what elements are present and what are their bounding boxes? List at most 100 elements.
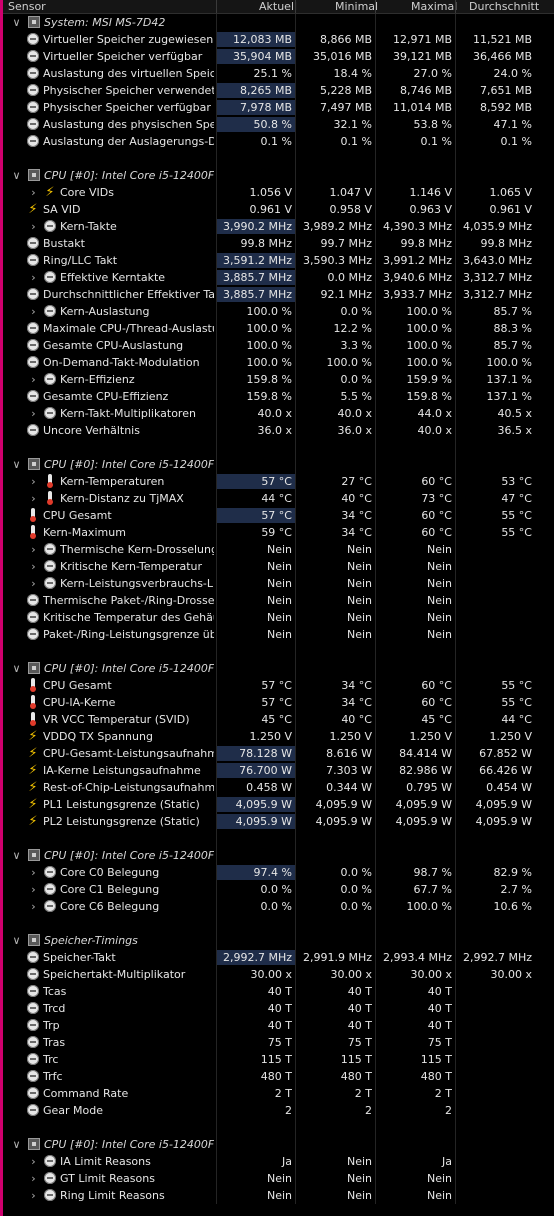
expand-chevron-icon[interactable]: › — [28, 1173, 39, 1184]
sensor-row[interactable]: Virtueller Speicher zugewiesen 12,083 MB 8… — [3, 31, 554, 48]
collapse-chevron-icon[interactable]: ∨ — [11, 935, 22, 946]
collapse-chevron-icon[interactable]: ∨ — [11, 1139, 22, 1150]
sensor-row[interactable]: › Effektive Kerntakte 3,885.7 MHz 0.0 MHz 3,… — [3, 269, 554, 286]
expand-chevron-icon[interactable]: › — [28, 306, 39, 317]
sensor-row[interactable]: Tras 75 T 75 T 75 T — [3, 1034, 554, 1051]
sensor-row[interactable]: Trcd 40 T 40 T 40 T — [3, 1000, 554, 1017]
sensor-row[interactable]: CPU Gesamt 57 °C 34 °C 60 °C 55 °C — [3, 677, 554, 694]
sensor-row[interactable]: › Kern-Distanz zu TjMAX 44 °C 40 °C 73 °C 47 … — [3, 490, 554, 507]
sensor-row[interactable]: › Core C6 Belegung 0.0 % 0.0 % 100.0 % 10.6 % — [3, 898, 554, 915]
expand-chevron-icon[interactable]: › — [28, 1156, 39, 1167]
sensor-group-row[interactable]: ∨ CPU [#0]: Intel Core i5-12400F: ... — [3, 456, 554, 473]
sensor-row[interactable]: ⚡ SA VID 0.961 V 0.958 V 0.963 V 0.961 V — [3, 201, 554, 218]
expand-chevron-icon[interactable]: › — [28, 1190, 39, 1201]
sensor-row[interactable]: CPU Gesamt 57 °C 34 °C 60 °C 55 °C — [3, 507, 554, 524]
header-divider[interactable] — [216, 0, 217, 13]
sensor-row[interactable]: Tcas 40 T 40 T 40 T — [3, 983, 554, 1000]
expand-chevron-icon[interactable]: › — [28, 867, 39, 878]
expand-chevron-icon[interactable]: › — [28, 187, 39, 198]
sensor-row[interactable]: Maximale CPU-/Thread-Auslastung 100.0 % 12… — [3, 320, 554, 337]
sensor-row[interactable]: › Ring Limit Reasons Nein Nein Nein — [3, 1187, 554, 1204]
sensor-group-row[interactable]: ∨ CPU [#0]: Intel Core i5-12400F: ... — [3, 660, 554, 677]
collapse-chevron-icon[interactable]: ∨ — [11, 17, 22, 28]
sensor-row[interactable]: ⚡ CPU-Gesamt-Leistungsaufnahme 78.128 W 8.6… — [3, 745, 554, 762]
collapse-chevron-icon[interactable]: ∨ — [11, 459, 22, 470]
sensor-row[interactable]: CPU-IA-Kerne 57 °C 34 °C 60 °C 55 °C — [3, 694, 554, 711]
sensor-row[interactable]: Virtueller Speicher verfügbar 35,904 MB 35… — [3, 48, 554, 65]
sensor-row[interactable]: Auslastung des virtuellen Speichers 25.1 … — [3, 65, 554, 82]
sensor-row[interactable]: Gear Mode 2 2 2 — [3, 1102, 554, 1119]
sensor-row[interactable]: › Kern-Takt-Multiplikatoren 40.0 x 40.0 x 44… — [3, 405, 554, 422]
sensor-row[interactable]: Command Rate 2 T 2 T 2 T — [3, 1085, 554, 1102]
sensor-row[interactable]: Trp 40 T 40 T 40 T — [3, 1017, 554, 1034]
sensor-row[interactable]: Physischer Speicher verfügbar 7,978 MB 7,4… — [3, 99, 554, 116]
sensor-row[interactable]: On-Demand-Takt-Modulation 100.0 % 100.0 % 1… — [3, 354, 554, 371]
collapse-chevron-icon[interactable]: ∨ — [11, 850, 22, 861]
sensor-row[interactable]: Ring/LLC Takt 3,591.2 MHz 3,590.3 MHz 3,991… — [3, 252, 554, 269]
sensor-row[interactable]: Thermische Paket-/Ring-Drosselung Nein Nei… — [3, 592, 554, 609]
sensor-row[interactable]: Bustakt 99.8 MHz 99.7 MHz 99.8 MHz 99.8 MHz — [3, 235, 554, 252]
sensor-row[interactable]: › ⚡ Core VIDs 1.056 V 1.047 V 1.146 V 1.065 V — [3, 184, 554, 201]
sensor-row[interactable]: ⚡ IA-Kerne Leistungsaufnahme 76.700 W 7.303… — [3, 762, 554, 779]
sensor-row[interactable]: Gesamte CPU-Auslastung 100.0 % 3.3 % 100.0 … — [3, 337, 554, 354]
expand-chevron-icon[interactable]: › — [28, 884, 39, 895]
sensor-row[interactable]: Trfc 480 T 480 T 480 T — [3, 1068, 554, 1085]
sensor-group-row[interactable]: ∨ CPU [#0]: Intel Core i5-12400F — [3, 167, 554, 184]
expand-chevron-icon[interactable]: › — [28, 476, 39, 487]
expand-chevron-icon[interactable]: › — [28, 408, 39, 419]
sensor-row[interactable]: › IA Limit Reasons Ja Nein Ja — [3, 1153, 554, 1170]
expand-chevron-icon[interactable]: › — [28, 544, 39, 555]
sensor-row[interactable]: Kern-Maximum 59 °C 34 °C 60 °C 55 °C — [3, 524, 554, 541]
header-min[interactable]: Minimal — [335, 0, 378, 13]
sensor-group-row[interactable]: ∨ CPU [#0]: Intel Core i5-12400F: ... — [3, 847, 554, 864]
sensor-row[interactable]: Physischer Speicher verwendet 8,265 MB 5,2… — [3, 82, 554, 99]
sensor-row[interactable]: Speichertakt-Multiplikator 30.00 x 30.00 x… — [3, 966, 554, 983]
sensor-row[interactable]: Kritische Temperatur des Gehäus... Nein Ne… — [3, 609, 554, 626]
sensor-group-row[interactable]: ∨ CPU [#0]: Intel Core i5-12400F: ... — [3, 1136, 554, 1153]
header-avg[interactable]: Durchschnitt — [469, 0, 539, 13]
sensor-row[interactable]: › Kern-Temperaturen 57 °C 27 °C 60 °C 53 °C — [3, 473, 554, 490]
sensor-row[interactable]: ⚡ Rest-of-Chip-Leistungsaufnahme 0.458 W 0.… — [3, 779, 554, 796]
expand-chevron-icon[interactable]: › — [28, 561, 39, 572]
sensor-group-row[interactable]: ∨ Speicher-Timings — [3, 932, 554, 949]
expand-chevron-icon[interactable]: › — [28, 578, 39, 589]
sensor-row[interactable]: › Thermische Kern-Drosselung Nein Nein Nein — [3, 541, 554, 558]
expand-chevron-icon[interactable]: › — [28, 374, 39, 385]
sensor-row[interactable]: › GT Limit Reasons Nein Nein Nein — [3, 1170, 554, 1187]
header-max[interactable]: Maximal — [411, 0, 457, 13]
sensor-row[interactable]: › Kritische Kern-Temperatur Nein Nein Nein — [3, 558, 554, 575]
header-divider[interactable] — [375, 0, 376, 13]
sensor-row[interactable]: Durchschnittlicher Effektiver Takt 3,885.… — [3, 286, 554, 303]
header-divider[interactable] — [455, 0, 456, 13]
value-max: 40 T — [427, 985, 452, 998]
sensor-row[interactable]: Uncore Verhältnis 36.0 x 36.0 x 40.0 x 36.5 … — [3, 422, 554, 439]
expand-chevron-icon[interactable]: › — [28, 493, 39, 504]
voltage-bolt-icon: ⚡ — [28, 202, 38, 217]
header-divider[interactable] — [295, 0, 296, 13]
sensor-row[interactable]: Speicher-Takt 2,992.7 MHz 2,991.9 MHz 2,993… — [3, 949, 554, 966]
expand-chevron-icon[interactable]: › — [28, 901, 39, 912]
sensor-row[interactable]: › Core C1 Belegung 0.0 % 0.0 % 67.7 % 2.7 % — [3, 881, 554, 898]
sensor-row[interactable]: › Kern-Effizienz 159.8 % 0.0 % 159.9 % 137.1 … — [3, 371, 554, 388]
sensor-row[interactable]: Auslastung der Auslagerungs-Datei 0.1 % 0.… — [3, 133, 554, 150]
sensor-row[interactable]: Paket-/Ring-Leistungsgrenze übe... Nein Ne… — [3, 626, 554, 643]
sensor-row[interactable]: ⚡ PL2 Leistungsgrenze (Static) 4,095.9 W 4,… — [3, 813, 554, 830]
expand-chevron-icon[interactable]: › — [28, 272, 39, 283]
sensor-row[interactable]: › Kern-Auslastung 100.0 % 0.0 % 100.0 % 85.7 … — [3, 303, 554, 320]
header-current[interactable]: Aktuell — [259, 0, 297, 13]
sensor-tree[interactable]: ∨ System: MSI MS-7D42 Virtueller Speicher … — [3, 14, 554, 1204]
sensor-row[interactable]: VR VCC Temperatur (SVID) 45 °C 40 °C 45 °C 4… — [3, 711, 554, 728]
sensor-row[interactable]: Auslastung des physischen Speic... 50.8 %… — [3, 116, 554, 133]
sensor-row[interactable]: › Kern-Leistungsverbrauchs-Li... Nein Nein N… — [3, 575, 554, 592]
sensor-row[interactable]: Gesamte CPU-Effizienz 159.8 % 5.5 % 159.8 %… — [3, 388, 554, 405]
sensor-row[interactable]: ⚡ PL1 Leistungsgrenze (Static) 4,095.9 W 4,… — [3, 796, 554, 813]
sensor-row[interactable]: › Kern-Takte 3,990.2 MHz 3,989.2 MHz 4,390.3… — [3, 218, 554, 235]
sensor-row[interactable]: Trc 115 T 115 T 115 T — [3, 1051, 554, 1068]
sensor-row[interactable]: ⚡ VDDQ TX Spannung 1.250 V 1.250 V 1.250 V 1.… — [3, 728, 554, 745]
sensor-group-row[interactable]: ∨ System: MSI MS-7D42 — [3, 14, 554, 31]
expand-chevron-icon[interactable]: › — [28, 221, 39, 232]
sensor-row[interactable]: › Core C0 Belegung 97.4 % 0.0 % 98.7 % 82.9 % — [3, 864, 554, 881]
header-sensor[interactable]: Sensor — [8, 0, 46, 13]
collapse-chevron-icon[interactable]: ∨ — [11, 663, 22, 674]
collapse-chevron-icon[interactable]: ∨ — [11, 170, 22, 181]
